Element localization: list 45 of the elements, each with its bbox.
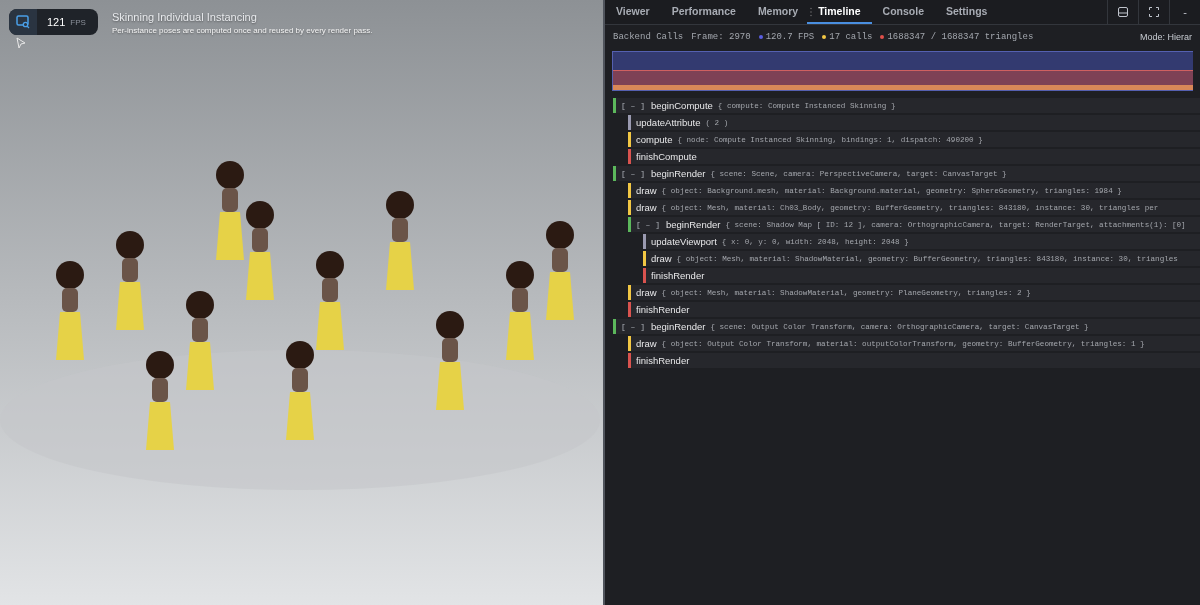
collapse-toggle[interactable]: [ – ]: [621, 322, 645, 331]
demo-description: Per-instance poses are computed once and reused by every render pass.: [111, 26, 373, 35]
call-name: compute: [636, 134, 673, 145]
call-name: updateAttribute: [636, 117, 701, 128]
call-name: beginRender: [666, 219, 721, 230]
frame-counter: Frame: 2970: [691, 32, 751, 42]
stats-title: Backend Calls: [613, 32, 684, 42]
stat-text: 17 calls: [829, 32, 873, 42]
call-name: draw: [636, 287, 657, 298]
panel-icon: [1118, 7, 1128, 17]
call-name: beginCompute: [651, 100, 713, 111]
collapse-toggle[interactable]: [ – ]: [621, 169, 645, 178]
monitor-search-icon[interactable]: [16, 15, 30, 29]
fps-value: 121: [47, 16, 66, 28]
minimize-button[interactable]: -: [1169, 0, 1200, 24]
drag-handle-icon[interactable]: [809, 7, 814, 17]
call-name: finishRender: [651, 270, 705, 281]
call-row[interactable]: finishCompute: [628, 149, 1200, 164]
call-name: updateViewport: [651, 236, 717, 247]
fps-unit: FPS: [70, 17, 86, 27]
call-name: finishRender: [636, 304, 690, 315]
call-name: beginRender: [651, 168, 706, 179]
collapse-toggle[interactable]: [ – ]: [621, 101, 645, 110]
fullscreen-icon: [1149, 7, 1159, 17]
call-row[interactable]: finishRender: [628, 302, 1200, 317]
mode-label[interactable]: Mode: Hierar: [1139, 32, 1192, 42]
demo-title: Skinning Individual Instancing: [111, 11, 258, 23]
call-name: finishRender: [636, 355, 690, 366]
tab[interactable]: Memory: [746, 0, 810, 24]
tab[interactable]: Timeline: [807, 0, 872, 24]
tab[interactable]: Console: [871, 0, 935, 24]
tab[interactable]: Performance: [660, 0, 747, 24]
call-name: draw: [636, 338, 657, 349]
call-row[interactable]: finishRender: [628, 353, 1200, 368]
tab[interactable]: Settings: [934, 0, 999, 24]
tab[interactable]: Viewer: [605, 0, 661, 24]
call-name: beginRender: [651, 321, 706, 332]
stat-text: 120.7 FPS: [765, 32, 815, 42]
stat-text: 1688347 / 1688347 triangles: [887, 32, 1034, 42]
collapse-toggle[interactable]: [ – ]: [636, 220, 660, 229]
call-row[interactable]: finishRender: [643, 268, 1200, 283]
call-name: draw: [636, 185, 657, 196]
call-name: draw: [651, 253, 672, 264]
call-name: draw: [636, 202, 657, 213]
call-name: finishCompute: [636, 151, 697, 162]
